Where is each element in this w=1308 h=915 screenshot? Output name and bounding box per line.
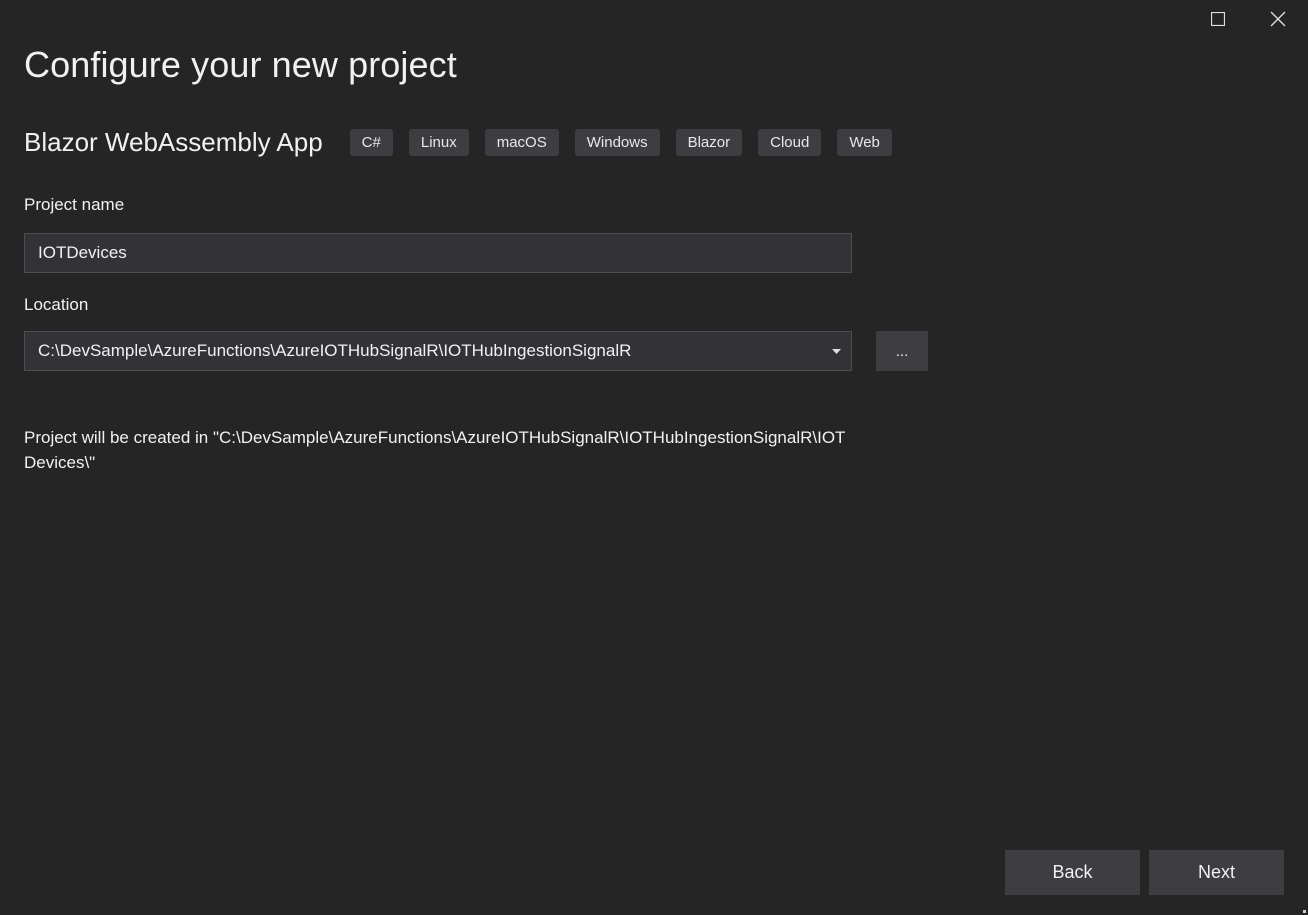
back-button[interactable]: Back (1005, 850, 1140, 895)
resize-grip[interactable] (1303, 910, 1306, 913)
maximize-button[interactable] (1188, 0, 1248, 38)
tag-csharp: C# (349, 129, 393, 156)
maximize-icon (1211, 12, 1225, 26)
location-value[interactable]: C:\DevSample\AzureFunctions\AzureIOTHubS… (25, 341, 821, 361)
tag-windows: Windows (574, 129, 660, 156)
close-icon (1270, 11, 1286, 27)
tag-web: Web (837, 129, 892, 156)
project-path-preview: Project will be created in "C:\DevSample… (24, 428, 846, 472)
next-button[interactable]: Next (1149, 850, 1284, 895)
page-title: Configure your new project (24, 44, 457, 85)
template-name: Blazor WebAssembly App (24, 127, 323, 157)
location-combobox[interactable]: C:\DevSample\AzureFunctions\AzureIOTHubS… (24, 331, 852, 371)
project-name-input[interactable] (24, 233, 852, 273)
tag-blazor: Blazor (675, 129, 743, 156)
tag-macos: macOS (484, 129, 559, 156)
location-label: Location (24, 295, 89, 314)
template-header: Blazor WebAssembly App C# Linux macOS Wi… (24, 127, 892, 158)
project-name-label: Project name (24, 195, 125, 214)
tag-linux: Linux (408, 129, 469, 156)
browse-button[interactable]: ... (876, 331, 928, 371)
tag-cloud: Cloud (758, 129, 822, 156)
close-button[interactable] (1248, 0, 1308, 38)
window-controls (1188, 0, 1308, 38)
template-tags: C# Linux macOS Windows Blazor Cloud Web (349, 129, 892, 156)
dropdown-arrow-icon[interactable] (821, 332, 851, 370)
